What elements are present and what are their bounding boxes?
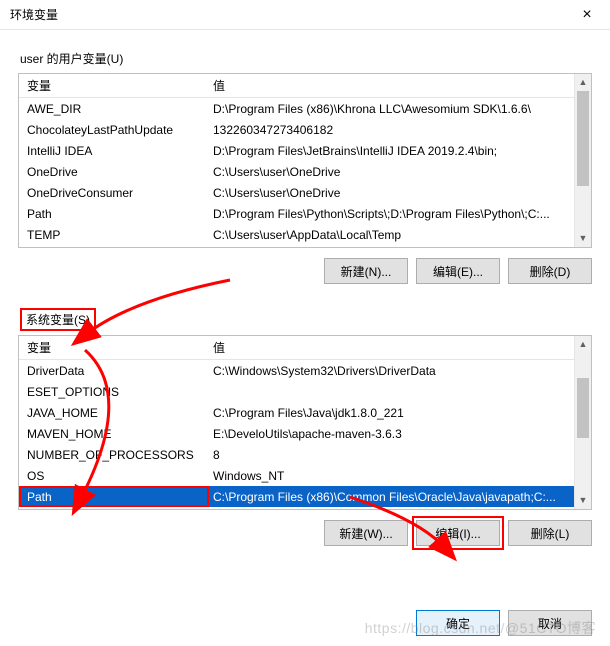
ok-button[interactable]: 确定	[416, 610, 500, 636]
user-vars-panel: 变量 值 AWE_DIRD:\Program Files (x86)\Khron…	[18, 73, 592, 248]
system-vars-list[interactable]: DriverDataC:\Windows\System32\Drivers\Dr…	[19, 360, 591, 507]
col-header-value[interactable]: 值	[209, 339, 591, 356]
system-vars-header: 变量 值	[19, 336, 591, 360]
col-header-name[interactable]: 变量	[19, 77, 209, 94]
scroll-up-icon[interactable]: ▲	[575, 74, 591, 91]
titlebar: 环境变量 ×	[0, 0, 610, 30]
scroll-down-icon[interactable]: ▼	[575, 492, 591, 509]
table-row[interactable]: ESET_OPTIONS	[19, 381, 591, 402]
system-vars-label: 系统变量(S)	[20, 308, 96, 331]
scroll-up-icon[interactable]: ▲	[575, 336, 591, 353]
scroll-thumb[interactable]	[577, 91, 589, 186]
scroll-down-icon[interactable]: ▼	[575, 230, 591, 247]
table-row[interactable]: IntelliJ IDEAD:\Program Files\JetBrains\…	[19, 140, 591, 161]
user-edit-button[interactable]: 编辑(E)...	[416, 258, 500, 284]
system-vars-buttons: 新建(W)... 编辑(I)... 删除(L)	[18, 520, 592, 546]
scroll-thumb[interactable]	[577, 378, 589, 438]
system-edit-button[interactable]: 编辑(I)...	[416, 520, 500, 546]
table-row[interactable]: AWE_DIRD:\Program Files (x86)\Khrona LLC…	[19, 98, 591, 119]
table-row[interactable]: ChocolateyLastPathUpdate1322603472734061…	[19, 119, 591, 140]
cancel-button[interactable]: 取消	[508, 610, 592, 636]
table-row-path-selected[interactable]: PathC:\Program Files (x86)\Common Files\…	[19, 486, 591, 507]
user-vars-list[interactable]: AWE_DIRD:\Program Files (x86)\Khrona LLC…	[19, 98, 591, 245]
user-vars-header: 变量 值	[19, 74, 591, 98]
table-row[interactable]: OneDriveC:\Users\user\OneDrive	[19, 161, 591, 182]
table-row[interactable]: OneDriveConsumerC:\Users\user\OneDrive	[19, 182, 591, 203]
table-row[interactable]: PathD:\Program Files\Python\Scripts\;D:\…	[19, 203, 591, 224]
table-row[interactable]: OSWindows_NT	[19, 465, 591, 486]
table-row[interactable]: NUMBER_OF_PROCESSORS8	[19, 444, 591, 465]
system-delete-button[interactable]: 删除(L)	[508, 520, 592, 546]
user-delete-button[interactable]: 删除(D)	[508, 258, 592, 284]
user-vars-label: user 的用户变量(U)	[20, 50, 123, 67]
table-row[interactable]: MAVEN_HOMEE:\DeveloUtils\apache-maven-3.…	[19, 423, 591, 444]
scrollbar[interactable]: ▲ ▼	[574, 74, 591, 247]
scrollbar[interactable]: ▲ ▼	[574, 336, 591, 509]
table-row[interactable]: JAVA_HOMEC:\Program Files\Java\jdk1.8.0_…	[19, 402, 591, 423]
window-title: 环境变量	[10, 6, 58, 23]
dialog-footer: 确定 取消	[416, 610, 592, 636]
table-row[interactable]: TEMPC:\Users\user\AppData\Local\Temp	[19, 224, 591, 245]
system-vars-panel: 变量 值 DriverDataC:\Windows\System32\Drive…	[18, 335, 592, 510]
user-vars-buttons: 新建(N)... 编辑(E)... 删除(D)	[18, 258, 592, 284]
col-header-name[interactable]: 变量	[19, 339, 209, 356]
user-new-button[interactable]: 新建(N)...	[324, 258, 408, 284]
system-new-button[interactable]: 新建(W)...	[324, 520, 408, 546]
close-icon[interactable]: ×	[572, 6, 602, 24]
col-header-value[interactable]: 值	[209, 77, 591, 94]
table-row[interactable]: DriverDataC:\Windows\System32\Drivers\Dr…	[19, 360, 591, 381]
